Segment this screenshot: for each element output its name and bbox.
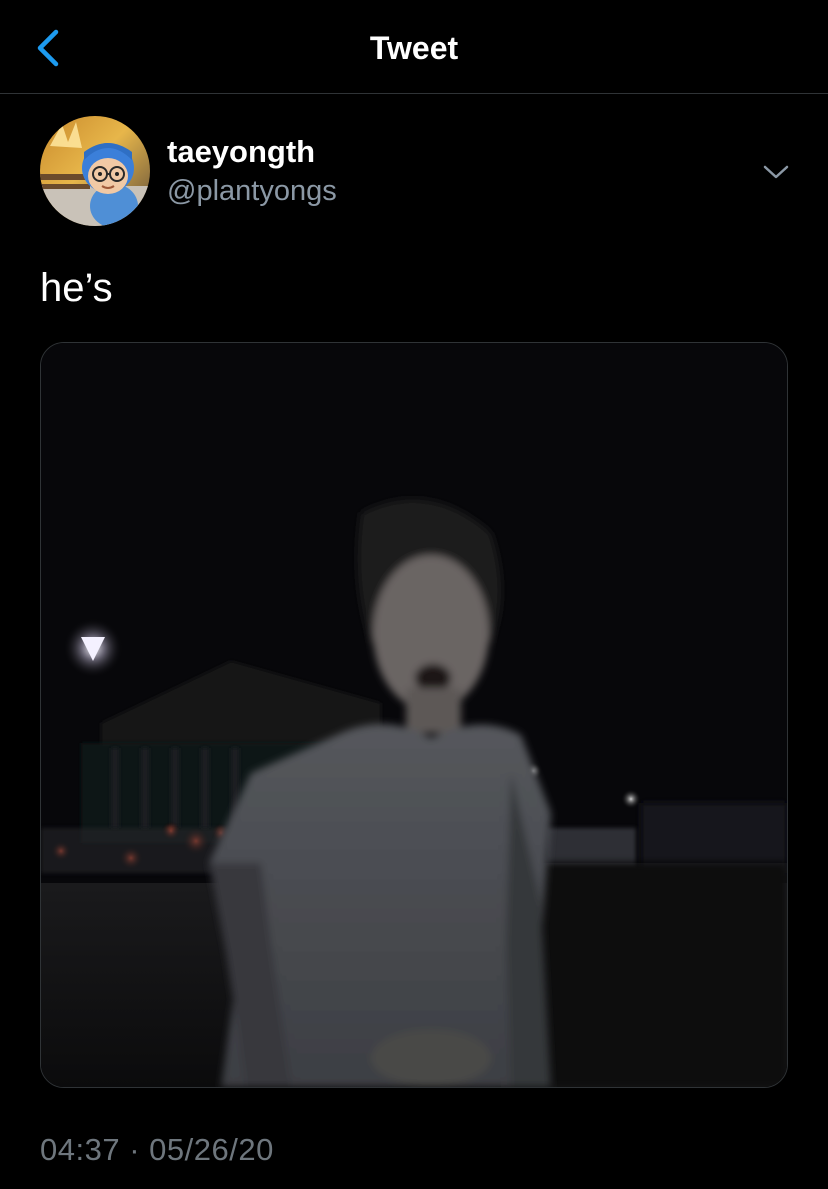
tweet-date[interactable]: 05/26/20 (149, 1132, 274, 1167)
tweet-time[interactable]: 04:37 (40, 1132, 120, 1167)
chevron-down-icon (763, 165, 789, 179)
night-photo (41, 343, 787, 1087)
avatar[interactable] (40, 116, 150, 226)
timestamp-separator: · (129, 1132, 141, 1167)
display-name[interactable]: taeyongth (167, 134, 315, 170)
user-handle[interactable]: @plantyongs (167, 175, 337, 208)
top-navigation-bar: Tweet (0, 0, 828, 94)
tweet-text: he’s (40, 266, 113, 310)
more-options-button[interactable] (754, 156, 798, 188)
page-title: Tweet (369, 30, 459, 66)
avatar-image (40, 116, 150, 226)
tweet-timestamp: 04:37 · 05/26/20 (40, 1132, 274, 1168)
tweet-photo[interactable] (40, 342, 788, 1088)
